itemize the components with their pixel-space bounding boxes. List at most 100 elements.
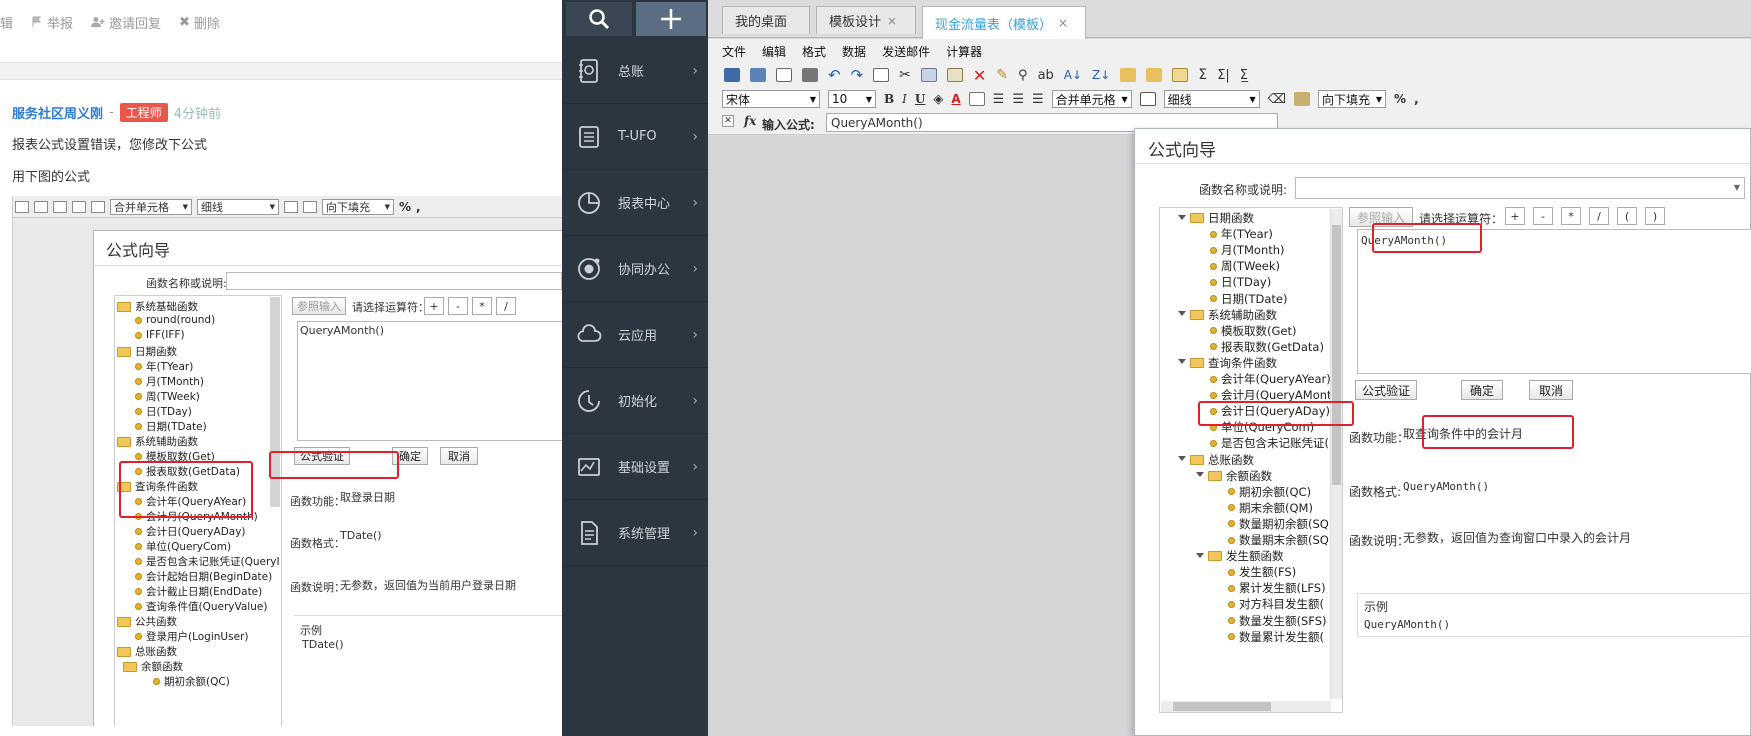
eraser-icon[interactable]: ⌫ xyxy=(1268,92,1286,107)
bold-button[interactable]: B xyxy=(884,92,894,106)
sum-col-icon[interactable]: Σ̲ xyxy=(1240,68,1248,83)
insert-col-icon[interactable] xyxy=(1146,68,1163,82)
font-family-select[interactable]: 宋体 ▼ xyxy=(722,90,820,108)
sort-desc-icon[interactable]: Z↓ xyxy=(1092,68,1110,82)
report-action[interactable]: 举报 xyxy=(31,13,73,32)
expand-icon[interactable] xyxy=(1196,552,1204,560)
menu-data[interactable]: 数据 xyxy=(842,43,866,60)
function-tree[interactable]: 日期函数 年(TYear) 月(TMonth) 周(TWeek) 日(TDay) 日期(T… xyxy=(1159,207,1343,713)
sidebar-search-button[interactable] xyxy=(566,2,632,36)
fill-color-icon[interactable]: ◈ xyxy=(933,92,943,107)
expand-icon[interactable] xyxy=(1178,456,1186,463)
grid-lines-icon[interactable] xyxy=(1139,92,1156,106)
tree-item[interactable]: 期末余额(QM) xyxy=(1228,500,1313,516)
delete-action[interactable]: ✖ 删除 xyxy=(179,13,220,32)
redo-icon[interactable]: ↷ xyxy=(851,66,864,84)
tree-folder[interactable]: 发生额函数 xyxy=(1196,548,1284,564)
format-painter-icon[interactable] xyxy=(1294,92,1311,106)
reply-author[interactable]: 服务社区周义刚 xyxy=(12,103,103,122)
sidebar-item-4[interactable]: 协同办公 › xyxy=(562,236,708,302)
function-search-input[interactable]: ▼ xyxy=(1295,177,1745,199)
cancel-formula-icon[interactable]: ✕ xyxy=(722,115,734,127)
tab-desktop[interactable]: 我的桌面 xyxy=(722,6,810,34)
align-left-icon[interactable]: ☰ xyxy=(993,92,1005,107)
sidebar-item-5[interactable]: 云应用 › xyxy=(562,302,708,368)
table-icon[interactable] xyxy=(1172,68,1189,82)
menu-file[interactable]: 文件 xyxy=(722,43,746,60)
chevron-down-icon[interactable]: ▼ xyxy=(1734,183,1740,192)
tree-item[interactable]: 数量期末余额(SQ xyxy=(1228,532,1329,548)
sum-icon[interactable]: Σ xyxy=(1198,67,1207,83)
tree-item[interactable]: 会计年(QueryAYear) xyxy=(1210,371,1331,387)
tree-item[interactable]: 年(TYear) xyxy=(1210,226,1273,242)
op-multiply-button[interactable]: * xyxy=(1561,207,1581,225)
tree-item[interactable]: 发生额(FS) xyxy=(1228,564,1296,580)
sidebar-add-button[interactable] xyxy=(636,2,706,36)
tree-item[interactable]: 报表取数(GetData) xyxy=(1210,339,1324,355)
tab-close-icon[interactable]: × xyxy=(887,14,897,28)
italic-button[interactable]: I xyxy=(902,92,907,106)
save-icon[interactable] xyxy=(724,68,740,82)
menu-calculator[interactable]: 计算器 xyxy=(946,43,982,60)
op-plus-button[interactable]: + xyxy=(1505,207,1525,225)
validate-formula-button[interactable]: 公式验证 xyxy=(1355,380,1417,400)
tree-item[interactable]: 周(TWeek) xyxy=(1210,258,1280,274)
sidebar-item-8[interactable]: 系统管理 › xyxy=(562,500,708,566)
tree-item[interactable]: 累计发生额(LFS) xyxy=(1228,580,1326,596)
tree-item[interactable]: 日期(TDate) xyxy=(1210,291,1287,307)
tree-item[interactable]: 数量期初余额(SQ xyxy=(1228,516,1329,532)
tree-item[interactable]: 日(TDay) xyxy=(1210,274,1271,290)
preview-icon[interactable] xyxy=(776,68,792,82)
align-center-icon[interactable]: ☰ xyxy=(1012,92,1024,107)
tree-item[interactable]: 期初余额(QC) xyxy=(1228,484,1311,500)
tab-close-icon[interactable]: × xyxy=(1058,16,1068,30)
tree-folder[interactable]: 余额函数 xyxy=(1196,468,1272,484)
scroll-thumb-h[interactable] xyxy=(1173,702,1271,711)
insert-row-icon[interactable] xyxy=(1120,68,1137,82)
sidebar-item-7[interactable]: 基础设置 › xyxy=(562,434,708,500)
sidebar-item-2[interactable]: T-UFO › xyxy=(562,104,708,170)
edit-action[interactable]: 辑 xyxy=(0,13,13,32)
tree-item[interactable]: 数量发生额(SFS) xyxy=(1228,613,1327,629)
grid-icon[interactable] xyxy=(873,68,890,82)
tree-folder[interactable]: 总账函数 xyxy=(1178,452,1254,468)
tree-item[interactable]: 对方科目发生额( xyxy=(1228,596,1324,612)
line-style-select[interactable]: 细线 ▼ xyxy=(1163,90,1260,108)
replace-icon[interactable]: ab xyxy=(1038,68,1054,83)
scroll-thumb-v[interactable] xyxy=(1332,225,1341,485)
cancel-button[interactable]: 取消 xyxy=(1529,380,1573,400)
op-divide-button[interactable]: / xyxy=(1589,207,1609,225)
save-as-icon[interactable] xyxy=(750,68,766,82)
tree-folder[interactable]: 系统辅助函数 xyxy=(1178,307,1277,323)
undo-icon[interactable]: ↶ xyxy=(828,66,841,84)
paste-icon[interactable] xyxy=(946,68,963,82)
print-icon[interactable] xyxy=(802,68,818,82)
op-lparen-button[interactable]: ( xyxy=(1617,207,1637,225)
percent-button[interactable]: % xyxy=(1394,92,1406,106)
font-size-select[interactable]: 10 ▼ xyxy=(828,90,876,108)
menu-format[interactable]: 格式 xyxy=(802,43,826,60)
op-rparen-button[interactable]: ) xyxy=(1645,207,1665,225)
tree-folder[interactable]: 日期函数 xyxy=(1178,210,1254,226)
ok-button[interactable]: 确定 xyxy=(1461,380,1503,400)
underline-button[interactable]: U xyxy=(915,92,925,106)
sort-asc-icon[interactable]: A↓ xyxy=(1064,68,1082,82)
menu-edit[interactable]: 编辑 xyxy=(762,43,786,60)
tree-item[interactable]: 是否包含未记账凭证( xyxy=(1210,435,1329,451)
sidebar-item-1[interactable]: 总账 › xyxy=(562,38,708,104)
cut-icon[interactable]: ✂ xyxy=(899,67,911,83)
expand-icon[interactable] xyxy=(1178,359,1186,366)
font-color-button[interactable]: A xyxy=(951,92,960,106)
tree-scrollbar-v[interactable] xyxy=(1330,209,1342,699)
menu-send-email[interactable]: 发送邮件 xyxy=(882,43,930,60)
invite-action[interactable]: 邀请回复 xyxy=(91,13,161,32)
tree-folder[interactable]: 查询条件函数 xyxy=(1178,355,1277,371)
sum-row-icon[interactable]: Σ| xyxy=(1217,68,1230,83)
find-icon[interactable]: ⚲ xyxy=(1018,68,1028,83)
fill-down-select[interactable]: 向下填充 ▼ xyxy=(1318,90,1387,108)
expand-icon[interactable] xyxy=(1178,214,1186,222)
brush-icon[interactable]: ✎ xyxy=(996,67,1008,83)
tree-item[interactable]: 数量累计发生额( xyxy=(1228,629,1324,645)
align-right-icon[interactable]: ☰ xyxy=(1032,92,1044,107)
expand-icon[interactable] xyxy=(1178,311,1186,318)
